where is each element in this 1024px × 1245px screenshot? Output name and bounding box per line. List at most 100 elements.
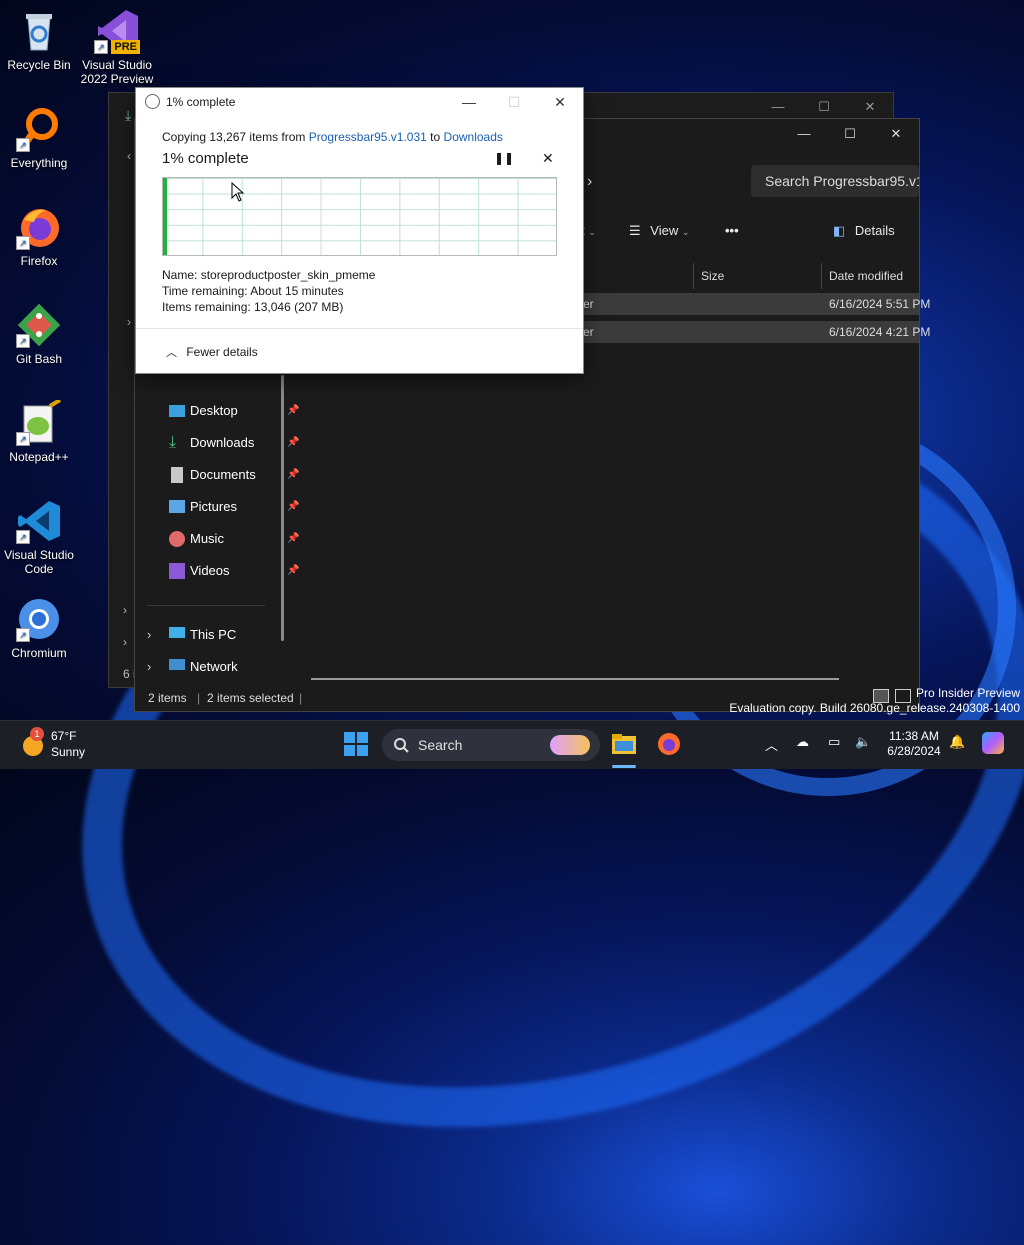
dialog-titlebar[interactable]: 1% complete — ☐ ✕ <box>136 88 583 116</box>
maximize-icon[interactable]: ☐ <box>801 93 847 121</box>
close-icon[interactable]: ✕ <box>847 93 893 121</box>
sidebar-scrollbar[interactable] <box>281 375 284 641</box>
back-arrow-icon[interactable]: ‹ <box>127 149 131 163</box>
view-button[interactable]: ☰ View ⌄ <box>629 223 689 239</box>
sidebar-item-this-pc[interactable]: › This PC <box>147 621 283 649</box>
copy-progress-dialog[interactable]: 1% complete — ☐ ✕ Copying 13,267 items f… <box>135 87 584 374</box>
desktop-icon-recycle-bin[interactable]: Recycle Bin <box>0 8 78 72</box>
firefox-icon: ↗ <box>16 204 62 250</box>
weather-widget[interactable]: 1 <box>20 727 52 761</box>
sidebar-item-label: Documents <box>190 467 256 482</box>
pin-icon[interactable]: 📌 <box>287 461 299 489</box>
git-bash-icon: ↗ <box>16 302 62 348</box>
horizontal-scrollbar[interactable] <box>311 678 839 680</box>
pin-icon[interactable]: 📌 <box>287 397 299 425</box>
notepadpp-icon: ↗ <box>16 398 62 446</box>
sidebar-item-desktop[interactable]: Desktop 📌 <box>163 397 299 425</box>
more-options-button[interactable]: ••• <box>725 223 739 238</box>
desktop-icon-everything[interactable]: ↗ Everything <box>0 106 78 170</box>
row-date: 6/16/2024 4:21 PM <box>829 325 931 339</box>
desktop-icon <box>169 405 185 417</box>
table-row[interactable]: er 6/16/2024 4:21 PM <box>583 321 930 343</box>
items-remaining-value: 13,046 (207 MB) <box>254 300 344 314</box>
name-row: Name: storeproductposter_skin_pmeme <box>162 268 375 282</box>
sidebar-item-network[interactable]: › Network <box>147 653 283 681</box>
desktop-icon-vscode[interactable]: ↗ Visual Studio Code <box>0 498 78 576</box>
desktop-icon-label: Recycle Bin <box>7 58 71 72</box>
close-icon[interactable]: ✕ <box>549 92 571 112</box>
pause-button[interactable]: ❚❚ <box>494 151 514 165</box>
name-label: Name: <box>162 268 198 282</box>
onedrive-icon[interactable]: ☁ <box>796 734 809 750</box>
sidebar-item-label: Network <box>190 659 238 674</box>
column-header-date-modified[interactable]: Date modified <box>829 261 903 291</box>
sidebar-item-label: Pictures <box>190 499 237 514</box>
close-icon[interactable]: ✕ <box>873 119 919 149</box>
taskbar-search-box[interactable]: Search <box>382 729 600 761</box>
file-explorer-taskbar-icon[interactable] <box>611 731 637 757</box>
copilot-icon[interactable] <box>982 732 1004 754</box>
column-separator[interactable] <box>821 263 822 289</box>
download-icon: ⤓ <box>125 107 132 123</box>
firefox-taskbar-icon[interactable] <box>656 731 682 757</box>
clock-icon <box>145 94 160 109</box>
to-word: to <box>430 130 441 144</box>
row-date: 6/16/2024 5:51 PM <box>829 297 931 311</box>
cancel-button[interactable]: ✕ <box>542 150 554 167</box>
pin-icon[interactable]: 📌 <box>287 429 299 457</box>
chevron-right-icon[interactable]: › <box>123 603 127 617</box>
network-icon <box>169 659 185 670</box>
volume-icon[interactable]: 🔈 <box>855 734 871 750</box>
shortcut-arrow-icon: ↗ <box>16 432 30 446</box>
sidebar-item-downloads[interactable]: ⤓ Downloads 📌 <box>163 429 299 457</box>
chevron-right-icon[interactable]: › <box>123 635 127 649</box>
column-separator[interactable] <box>693 263 694 289</box>
desktop-icon-firefox[interactable]: ↗ Firefox <box>0 204 78 268</box>
minimize-icon[interactable]: — <box>458 92 480 112</box>
sidebar-item-documents[interactable]: Documents 📌 <box>163 461 299 489</box>
chevron-up-icon[interactable]: ︿ <box>765 735 778 754</box>
sidebar-item-label: Desktop <box>190 403 238 418</box>
shortcut-arrow-icon: ↗ <box>16 628 30 642</box>
pin-icon[interactable]: 📌 <box>287 525 299 553</box>
start-button[interactable] <box>343 731 369 757</box>
chevron-right-icon[interactable]: › <box>147 653 151 681</box>
minimize-icon[interactable]: — <box>781 119 827 149</box>
notification-bell-icon[interactable]: 🔔 <box>949 734 965 750</box>
column-header-size[interactable]: Size <box>701 261 724 291</box>
item-count: 2 items <box>148 691 187 705</box>
shortcut-arrow-icon: ↗ <box>16 530 30 544</box>
chevron-right-icon[interactable]: › <box>127 315 131 329</box>
dialog-title: 1% complete <box>166 95 236 109</box>
desktop-icon-notepadpp[interactable]: ↗ Notepad++ <box>0 398 78 464</box>
source-folder-link[interactable]: Progressbar95.v1.031 <box>309 130 427 144</box>
table-row[interactable]: er 6/16/2024 5:51 PM <box>583 293 930 315</box>
sidebar-item-label: Music <box>190 531 224 546</box>
clock[interactable]: 11:38 AM 6/28/2024 <box>880 729 948 759</box>
sidebar-item-label: Videos <box>190 563 230 578</box>
documents-icon <box>171 467 183 483</box>
desktop-icon-visual-studio[interactable]: PRE ↗ Visual Studio 2022 Preview <box>78 8 156 86</box>
vscode-icon: ↗ <box>16 498 62 544</box>
copying-prefix: Copying 13,267 items from <box>162 130 306 144</box>
desktop-icon-chromium[interactable]: ↗ Chromium <box>0 596 78 660</box>
destination-folder-link[interactable]: Downloads <box>444 130 503 144</box>
search-input[interactable]: Search Progressbar95.v1. <box>751 165 919 197</box>
sidebar-item-videos[interactable]: Videos 📌 <box>163 557 299 585</box>
breadcrumb-chevron-icon[interactable]: › <box>587 173 592 191</box>
status-divider: | <box>299 691 303 705</box>
details-pane-button[interactable]: ◧ Details <box>833 223 895 239</box>
pin-icon[interactable]: 📌 <box>287 557 299 585</box>
sidebar-item-music[interactable]: Music 📌 <box>163 525 299 553</box>
sidebar-item-pictures[interactable]: Pictures 📌 <box>163 493 299 521</box>
maximize-icon[interactable]: ☐ <box>827 119 873 149</box>
chevron-right-icon[interactable]: › <box>147 621 151 649</box>
time-remaining-label: Time remaining: <box>162 284 248 298</box>
progress-headline: 1% complete <box>162 150 249 167</box>
minimize-icon[interactable]: — <box>755 93 801 121</box>
build-watermark-line2: Evaluation copy. Build 26080.ge_release.… <box>729 701 1020 715</box>
pin-icon[interactable]: 📌 <box>287 493 299 521</box>
fewer-details-button[interactable]: ︿ Fewer details <box>166 344 258 360</box>
network-icon[interactable]: ▭ <box>828 734 840 750</box>
desktop-icon-git-bash[interactable]: ↗ Git Bash <box>0 302 78 366</box>
